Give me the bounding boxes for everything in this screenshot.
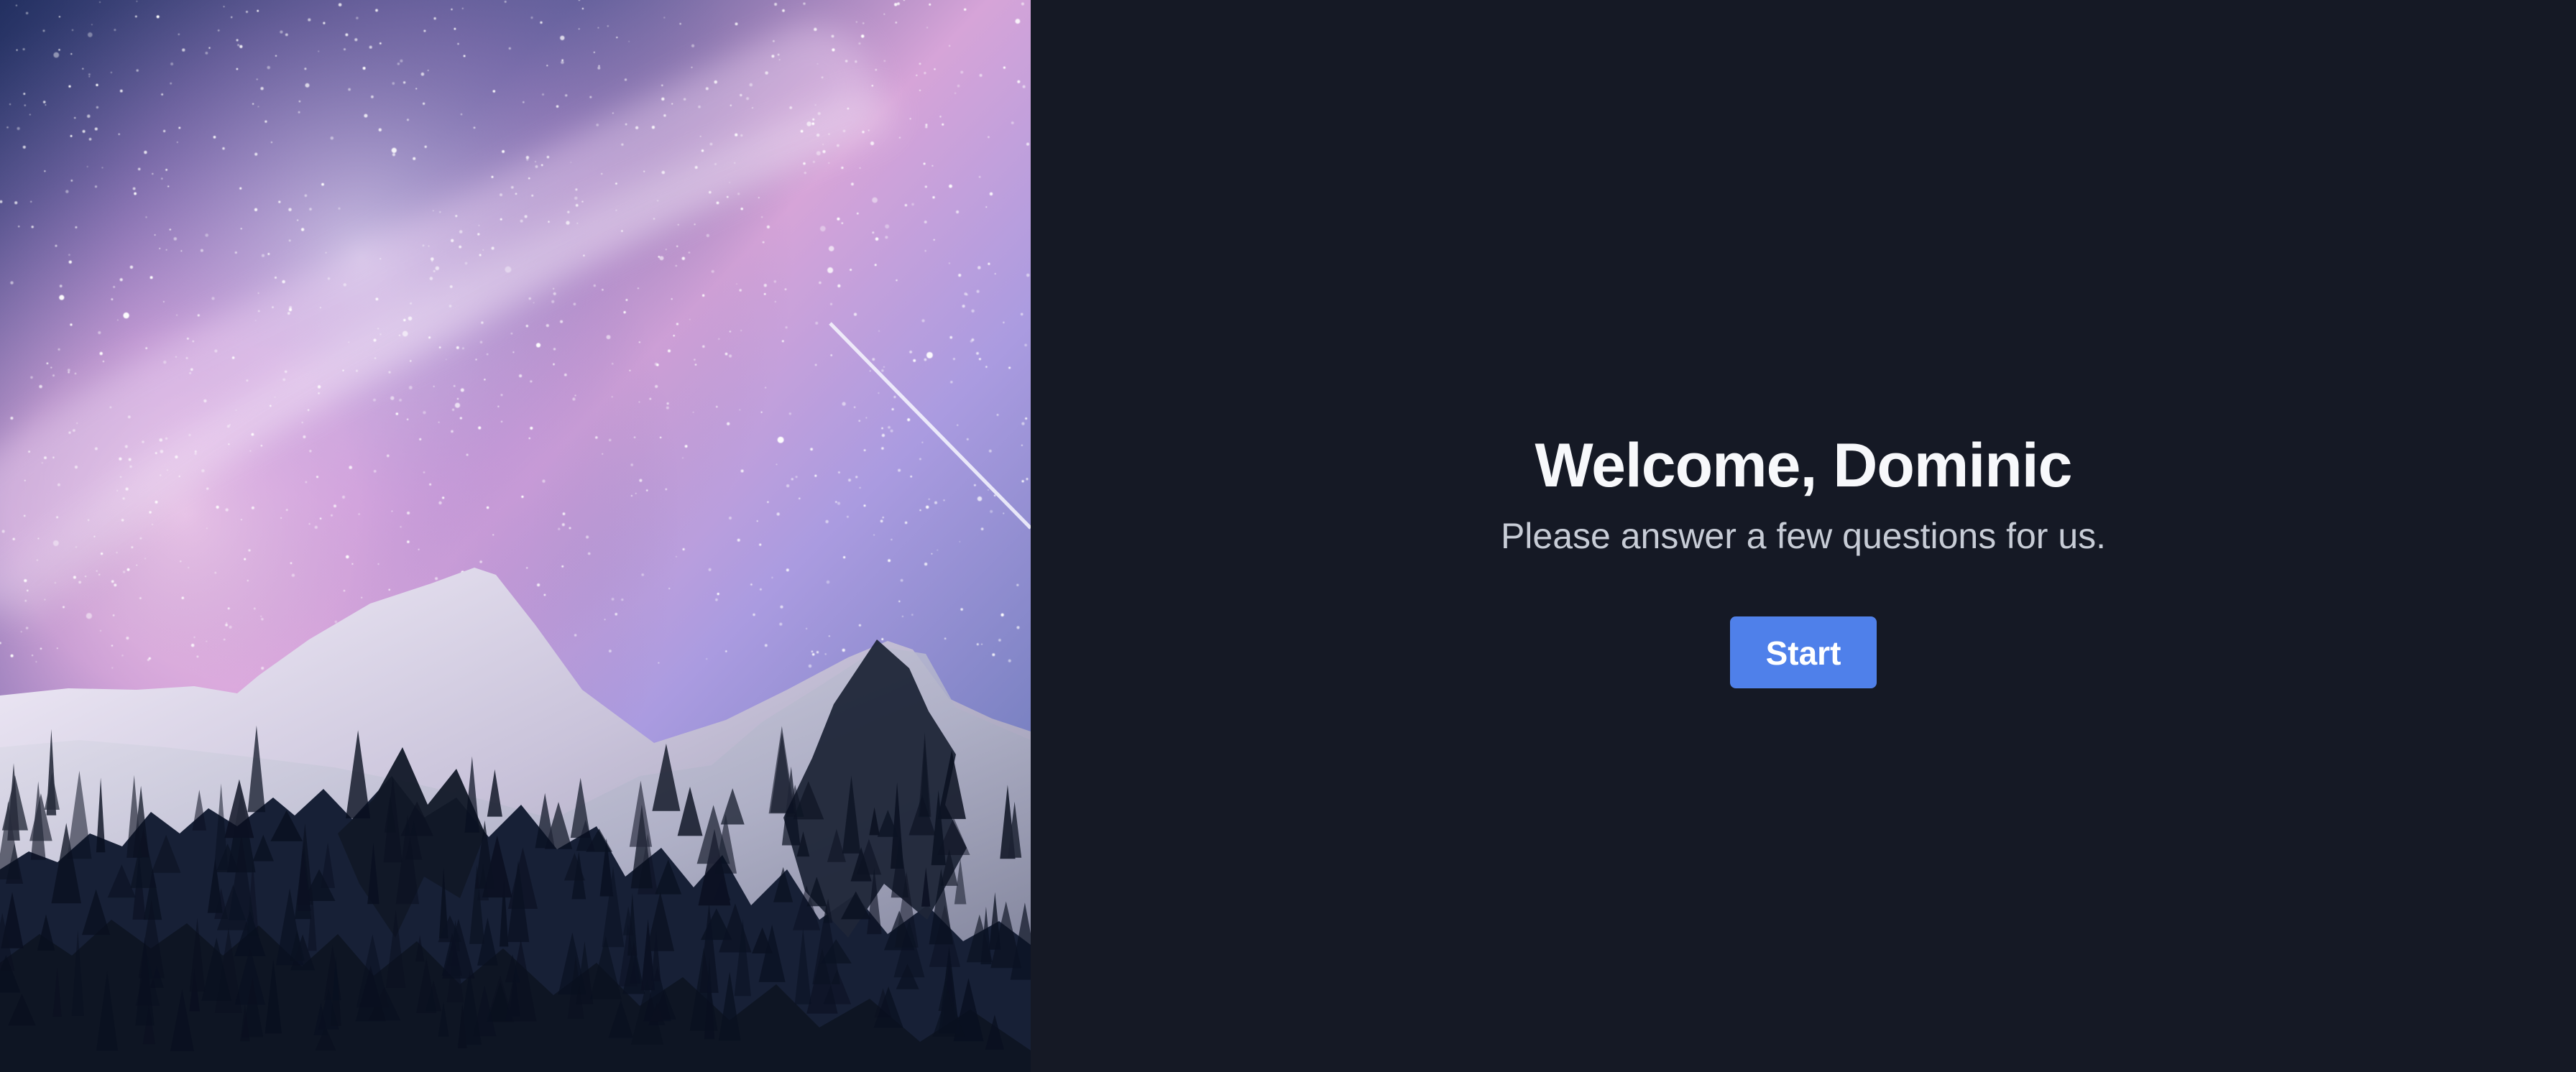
welcome-page: Welcome, Dominic Please answer a few que… [0, 0, 2576, 1072]
mountain-night-sky-image [0, 0, 1031, 1072]
welcome-content: Welcome, Dominic Please answer a few que… [1031, 428, 2576, 688]
start-button[interactable]: Start [1730, 616, 1877, 688]
hero-image-panel [0, 0, 1031, 1072]
welcome-title: Welcome, Dominic [1535, 431, 2072, 500]
welcome-panel: Welcome, Dominic Please answer a few que… [1031, 0, 2576, 1072]
welcome-subtitle: Please answer a few questions for us. [1500, 516, 2107, 556]
